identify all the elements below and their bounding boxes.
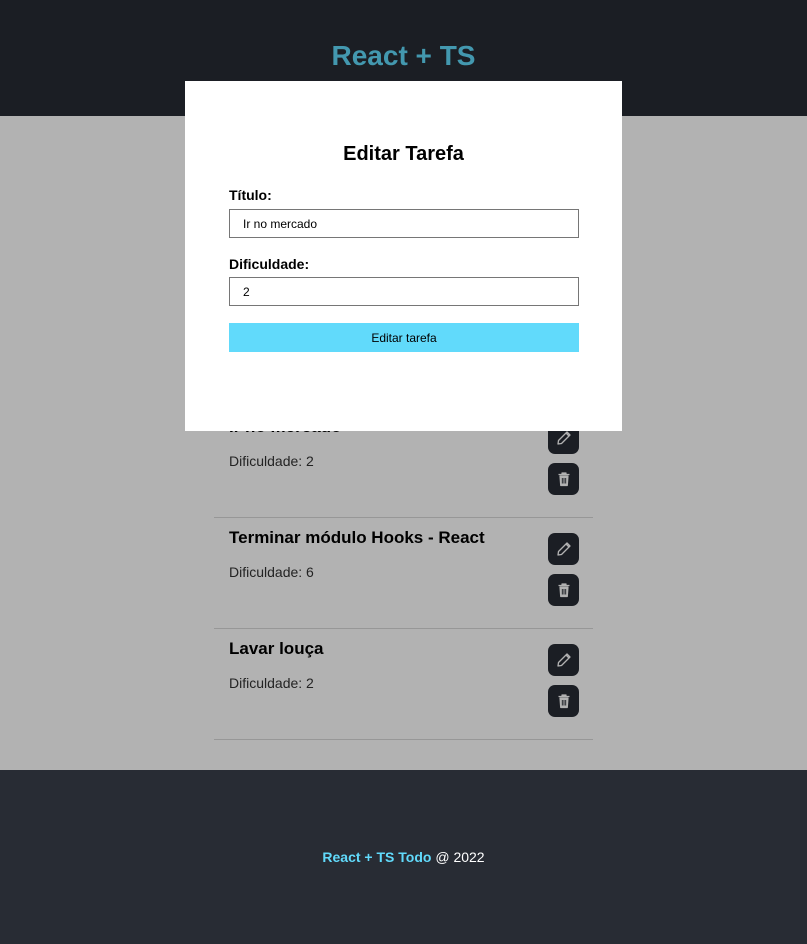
footer-text: React + TS Todo @ 2022	[0, 849, 807, 865]
title-input[interactable]	[229, 209, 579, 238]
difficulty-input[interactable]	[229, 277, 579, 306]
title-label: Título:	[229, 187, 272, 203]
difficulty-label: Dificuldade:	[229, 256, 310, 272]
footer-brand: React + TS Todo	[322, 849, 432, 865]
modal-title: Editar Tarefa	[343, 143, 464, 165]
footer-copyright: @ 2022	[431, 849, 485, 865]
app-footer: React + TS Todo @ 2022	[0, 805, 807, 944]
edit-task-submit-button[interactable]: Editar tarefa	[229, 323, 579, 352]
edit-task-modal: Editar Tarefa Título: Dificuldade: Edita…	[185, 81, 622, 431]
